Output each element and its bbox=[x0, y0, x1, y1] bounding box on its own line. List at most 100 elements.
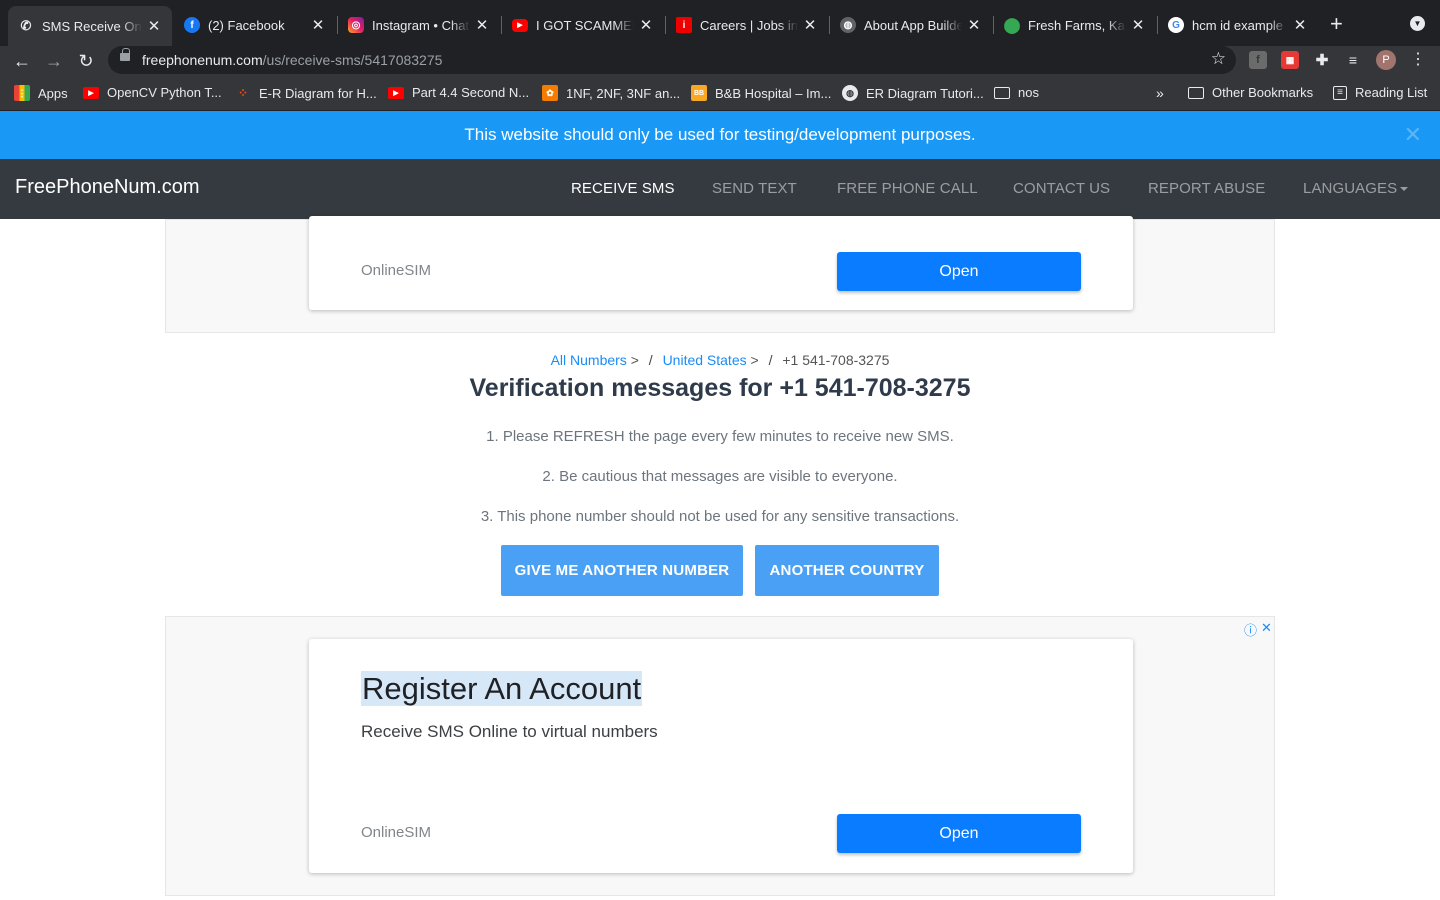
apps-grid-icon: ⋮ bbox=[14, 85, 30, 101]
bookmark-label: 1NF, 2NF, 3NF an... bbox=[566, 85, 681, 101]
site-brand[interactable]: FreePhoneNum.com bbox=[15, 176, 200, 199]
bookmarks-bar: ⋮ Apps ▶ OpenCV Python T... ⁘ E-R Diagra… bbox=[0, 76, 1440, 111]
bottom-ad-card[interactable]: Register An Account Receive SMS Online t… bbox=[309, 639, 1133, 873]
folder-icon bbox=[994, 86, 1010, 99]
bookmark-er-diagram[interactable]: ⁘ E-R Diagram for H... bbox=[235, 85, 377, 101]
banner-text: This website should only be used for tes… bbox=[464, 125, 976, 144]
bottom-ad-container: ⓘ ✕ Register An Account Receive SMS Onli… bbox=[165, 616, 1275, 896]
tab-instagram[interactable]: ◎ Instagram • Chats ✕ bbox=[338, 8, 500, 42]
tab-close-icon[interactable]: ✕ bbox=[1292, 16, 1308, 34]
instruction-refresh: 1. Please REFRESH the page every few min… bbox=[486, 428, 954, 445]
tab-close-icon[interactable]: ✕ bbox=[146, 17, 162, 35]
breadcrumb-arrow: > bbox=[750, 352, 759, 368]
ad-subtitle: Receive SMS Online to virtual numbers bbox=[361, 722, 658, 741]
tab-fresh-farms[interactable]: ⬤ Fresh Farms, Kath ✕ bbox=[994, 8, 1156, 42]
browser-toolbar: ← → ↻ freephonenum.com/us/receive-sms/54… bbox=[0, 46, 1440, 76]
tab-title: I GOT SCAMMED bbox=[536, 17, 634, 33]
bookmark-label: E-R Diagram for H... bbox=[259, 85, 377, 101]
bookmark-star-icon[interactable]: ☆ bbox=[1211, 49, 1226, 69]
bookmark-label: ER Diagram Tutori... bbox=[866, 85, 984, 101]
nav-languages[interactable]: LANGUAGES bbox=[1303, 180, 1409, 197]
bookmark-label: nos bbox=[1018, 85, 1039, 100]
tab-close-icon[interactable]: ✕ bbox=[638, 16, 654, 34]
forward-icon[interactable]: → bbox=[42, 49, 66, 73]
bookmark-label: OpenCV Python T... bbox=[107, 85, 222, 100]
bookmark-normal-forms[interactable]: ✿ 1NF, 2NF, 3NF an... bbox=[542, 85, 680, 101]
browser-tabstrip: ✆ SMS Receive Online ✕ f (2) Facebook ✕ … bbox=[0, 0, 1440, 46]
bookmark-part-44[interactable]: ▶ Part 4.4 Second N... bbox=[388, 85, 529, 100]
youtube-icon: ▶ bbox=[83, 86, 99, 99]
tab-youtube[interactable]: ▶ I GOT SCAMMED ✕ bbox=[502, 8, 664, 42]
reading-list-icon: ≡ bbox=[1333, 85, 1347, 100]
ad-open-button[interactable]: Open bbox=[837, 252, 1081, 291]
bookmark-label: Apps bbox=[38, 85, 68, 101]
tab-close-icon[interactable]: ✕ bbox=[1130, 16, 1146, 34]
tab-close-icon[interactable]: ✕ bbox=[802, 16, 818, 34]
bookmark-folder-nos[interactable]: nos bbox=[994, 85, 1039, 100]
ad-open-button[interactable]: Open bbox=[837, 814, 1081, 853]
tab-close-icon[interactable]: ✕ bbox=[966, 16, 982, 34]
ad-source: OnlineSIM bbox=[361, 824, 432, 841]
breadcrumb-arrow: > bbox=[630, 352, 639, 368]
nav-receive-sms[interactable]: RECEIVE SMS bbox=[571, 180, 675, 197]
tab-careers[interactable]: i Careers | Jobs in ✕ bbox=[666, 8, 828, 42]
instruction-visibility: 2. Be cautious that messages are visible… bbox=[542, 468, 898, 485]
tab-facebook[interactable]: f (2) Facebook ✕ bbox=[174, 8, 336, 42]
tab-title: hcm id example - bbox=[1192, 17, 1288, 33]
new-tab-icon[interactable]: + bbox=[1330, 13, 1343, 35]
tab-title: (2) Facebook bbox=[208, 17, 285, 33]
tab-google-search[interactable]: G hcm id example - ✕ bbox=[1158, 8, 1318, 42]
other-bookmarks-label: Other Bookmarks bbox=[1212, 85, 1314, 100]
tab-app-builder[interactable]: ◍ About App Builder ✕ bbox=[830, 8, 992, 42]
nav-send-text[interactable]: SEND TEXT bbox=[712, 180, 797, 197]
breadcrumb-united-states[interactable]: United States bbox=[663, 352, 747, 368]
back-icon[interactable]: ← bbox=[10, 49, 34, 73]
bookmark-er-tutorial[interactable]: ◍ ER Diagram Tutori... bbox=[842, 85, 984, 101]
bookmark-apps[interactable]: ⋮ Apps bbox=[14, 85, 68, 101]
globe-icon: ◍ bbox=[842, 85, 858, 101]
nav-contact-us[interactable]: CONTACT US bbox=[1013, 180, 1110, 197]
more-bookmarks-icon[interactable]: » bbox=[1156, 85, 1164, 101]
url-text[interactable]: freephonenum.com/us/receive-sms/54170832… bbox=[142, 52, 442, 68]
other-bookmarks[interactable]: Other Bookmarks bbox=[1188, 85, 1313, 100]
tab-search-icon[interactable]: ▼ bbox=[1410, 16, 1425, 31]
breadcrumb-current: +1 541-708-3275 bbox=[782, 352, 890, 368]
bookmark-site-icon: ✿ bbox=[542, 85, 558, 101]
bb-icon: BB bbox=[691, 85, 707, 101]
profile-avatar[interactable]: P bbox=[1376, 50, 1396, 70]
youtube-icon: ▶ bbox=[388, 86, 404, 99]
top-ad-card[interactable]: OnlineSIM Open bbox=[309, 216, 1133, 310]
youtube-icon: ▶ bbox=[512, 18, 528, 32]
close-icon[interactable]: ✕ bbox=[1404, 111, 1422, 159]
page-title: Verification messages for +1 541-708-327… bbox=[469, 374, 971, 402]
nav-free-phone-call[interactable]: FREE PHONE CALL bbox=[837, 180, 978, 197]
facebook-extension-icon[interactable]: f bbox=[1249, 51, 1267, 69]
tab-sms-receive[interactable]: ✆ SMS Receive Online ✕ bbox=[8, 6, 172, 46]
breadcrumb: All Numbers > / United States > / +1 541… bbox=[0, 352, 1440, 368]
another-country-button[interactable]: ANOTHER COUNTRY bbox=[755, 545, 939, 596]
bookmark-label: Part 4.4 Second N... bbox=[412, 85, 530, 100]
google-icon: G bbox=[1168, 17, 1184, 33]
ad-close-icon[interactable]: ✕ bbox=[1261, 620, 1272, 636]
maps-pin-icon: ⬤ bbox=[1003, 17, 1021, 34]
lock-icon[interactable] bbox=[120, 48, 130, 61]
browser-menu-icon[interactable]: ⋮ bbox=[1410, 49, 1426, 69]
tab-close-icon[interactable]: ✕ bbox=[474, 16, 490, 34]
reload-icon[interactable]: ↻ bbox=[74, 49, 98, 73]
adchoices-info-icon[interactable]: ⓘ bbox=[1244, 620, 1257, 639]
another-number-button[interactable]: GIVE ME ANOTHER NUMBER bbox=[501, 545, 743, 596]
breadcrumb-separator: / bbox=[648, 352, 653, 368]
extensions-puzzle-icon[interactable]: ✚ bbox=[1313, 51, 1331, 69]
reading-list[interactable]: ≡ Reading List bbox=[1333, 85, 1427, 100]
media-controls-icon[interactable]: ≡ bbox=[1344, 51, 1362, 69]
globe-icon: ◍ bbox=[840, 17, 856, 33]
bookmark-opencv[interactable]: ▶ OpenCV Python T... bbox=[83, 85, 222, 100]
red-extension-icon[interactable]: ▦ bbox=[1281, 51, 1299, 69]
bookmark-bb-hospital[interactable]: BB B&B Hospital – Im... bbox=[691, 85, 831, 101]
caret-down-icon bbox=[1400, 187, 1409, 192]
top-ad-container: OnlineSIM Open bbox=[165, 216, 1275, 333]
tab-close-icon[interactable]: ✕ bbox=[310, 16, 326, 34]
breadcrumb-all-numbers[interactable]: All Numbers bbox=[551, 352, 627, 368]
address-bar[interactable]: freephonenum.com/us/receive-sms/54170832… bbox=[108, 46, 1236, 74]
nav-report-abuse[interactable]: REPORT ABUSE bbox=[1148, 180, 1265, 197]
